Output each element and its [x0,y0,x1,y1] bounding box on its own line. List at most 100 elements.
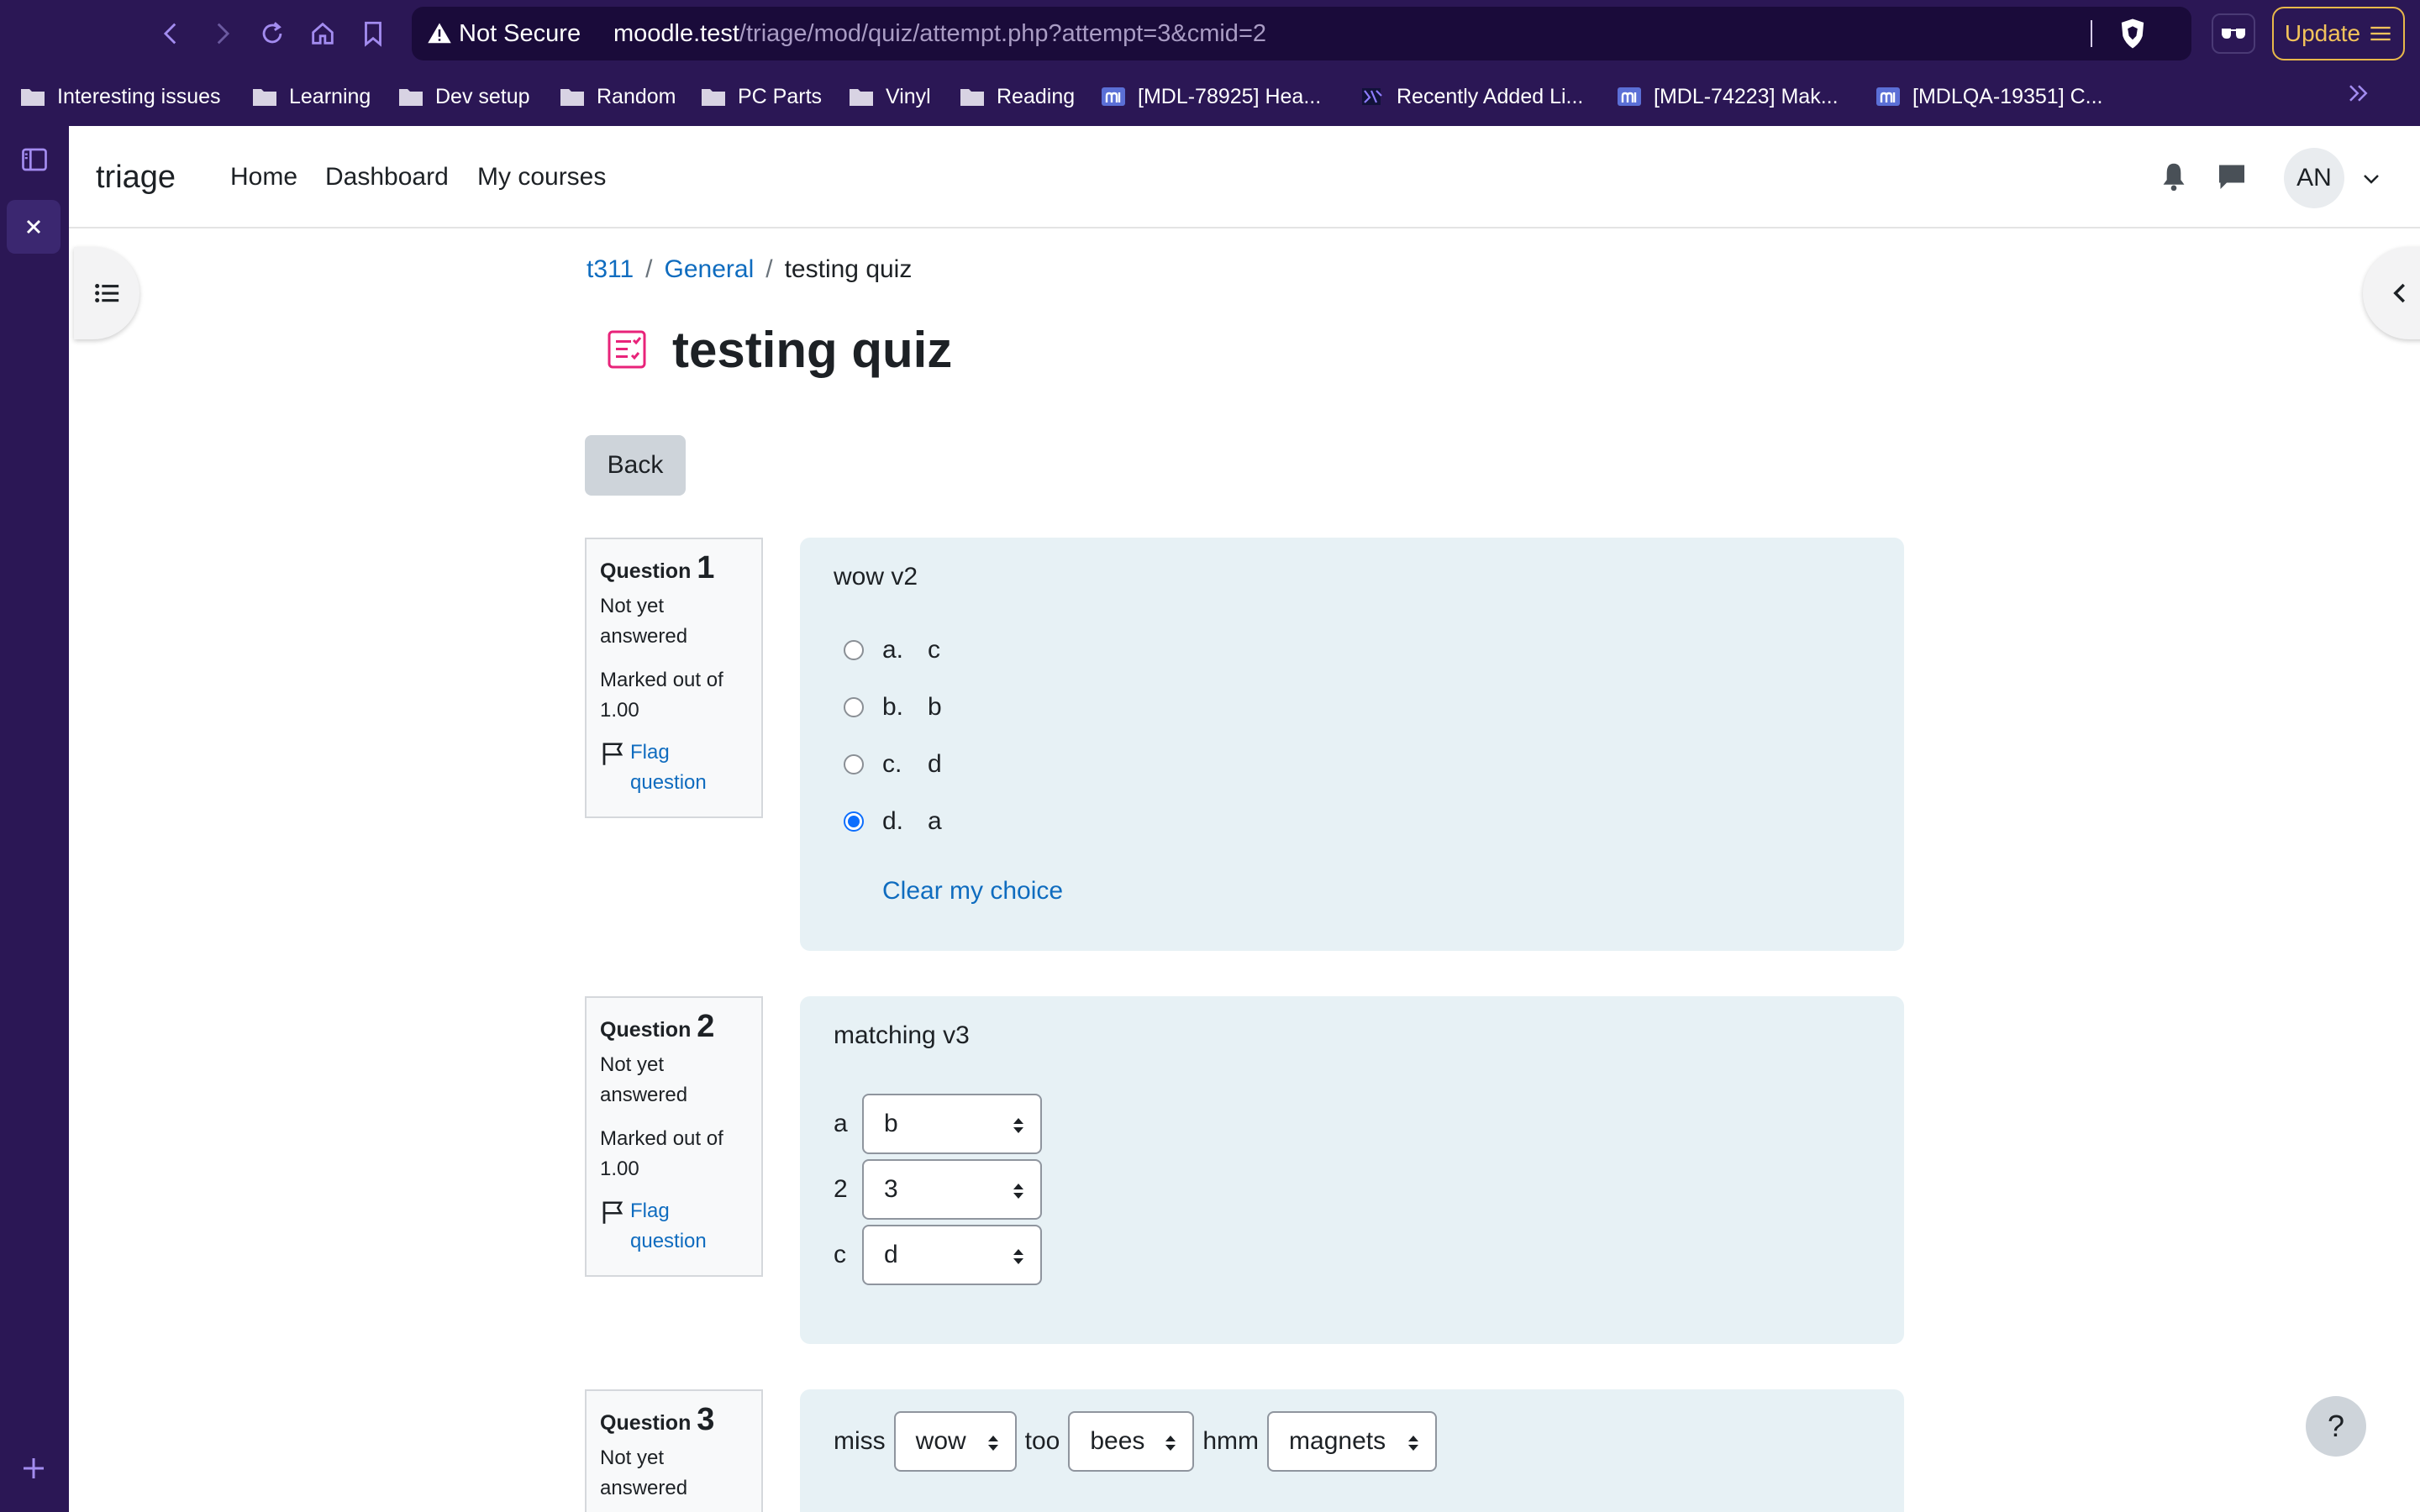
warning-icon [428,23,451,44]
moodle-tracker-icon [1102,87,1125,106]
cloze-text: miss [834,1427,886,1455]
more-bookmarks-icon[interactable] [2346,81,2371,106]
block-drawer-toggle[interactable] [2363,247,2420,339]
chevron-down-icon[interactable] [2361,171,2381,186]
flag-question-link[interactable]: Flag question [600,1196,748,1257]
bookmark-folder[interactable]: Learning [252,82,371,111]
question-text: matching v3 [834,1021,970,1049]
matching-stem: 2 [834,1175,848,1203]
plus-icon[interactable] [18,1453,49,1483]
answer-option[interactable]: b. b [844,690,942,724]
question-info: Question 1 Not yet answered Marked out o… [585,538,763,818]
matching-row: c d [834,1225,1042,1285]
site-icon [1362,88,1382,105]
notification-bell-icon[interactable] [2160,161,2188,192]
radio-button-selected[interactable] [844,811,864,832]
address-bar[interactable]: Not Secure moodle.test/triage/mod/quiz/a… [412,7,2191,60]
question-state: Not yet answered [600,1446,688,1499]
question-content: matching v3 a b 2 3 c d [800,996,1904,1344]
site-brand[interactable]: triage [96,160,176,196]
bookmark-folder[interactable]: Interesting issues [20,82,221,111]
bookmark-icon[interactable] [356,17,390,50]
cloze-select[interactable]: wow [893,1411,1017,1472]
breadcrumb-section[interactable]: General [665,255,755,283]
breadcrumb: t311/General / testing quiz [587,255,913,283]
quiz-icon [608,330,646,369]
matching-row: 2 3 [834,1159,1042,1220]
question-grade: Marked out of 1.00 [600,669,723,722]
select-arrows-icon [1013,1249,1023,1264]
flag-question-link[interactable]: Flag question [600,738,748,798]
radio-button[interactable] [844,754,864,774]
moodle-tracker-icon [1618,87,1641,106]
nav-home[interactable]: Home [230,163,297,192]
question-content: miss wow too bees hmm magnets [800,1389,1904,1512]
breadcrumb-course[interactable]: t311 [587,255,634,283]
forward-arrow-icon[interactable] [205,17,239,50]
cloze-select[interactable]: magnets [1267,1411,1438,1472]
select-arrows-icon [1165,1436,1176,1451]
moodle-tracker-icon [1876,87,1900,106]
select-arrows-icon [1013,1184,1023,1199]
question-number: Question 2 [600,1009,715,1044]
help-button[interactable]: ? [2306,1396,2366,1457]
cloze-row: miss wow too bees hmm magnets [834,1411,1438,1472]
reload-icon[interactable] [255,17,289,50]
home-icon[interactable] [306,17,339,50]
folder-icon [960,89,984,106]
close-sidebar-button[interactable] [7,200,60,254]
security-status[interactable]: Not Secure [459,21,581,46]
question-state: Not yet answered [600,595,688,648]
answer-option[interactable]: d. a [844,805,942,838]
clear-choice-link[interactable]: Clear my choice [882,877,1063,906]
bookmark-folder[interactable]: Vinyl [849,82,931,111]
question-content: wow v2 a. c b. b c. d d. a Clear my choi… [800,538,1904,951]
bookmark-link[interactable]: [MDL-78925] Hea... [1101,82,1321,111]
answer-option[interactable]: a. c [844,633,940,667]
cloze-text: too [1024,1427,1060,1455]
folder-icon [21,89,45,106]
cloze-text: hmm [1202,1427,1260,1455]
bookmark-folder[interactable]: Dev setup [398,82,530,111]
matching-select[interactable]: 3 [862,1159,1042,1220]
browser-toolbar: Not Secure moodle.test/triage/mod/quiz/a… [0,0,2420,69]
radio-button[interactable] [844,697,864,717]
bookmark-folder[interactable]: PC Parts [701,82,822,111]
course-index-toggle[interactable] [74,247,139,339]
question-number: Question 3 [600,1402,715,1437]
matching-select[interactable]: b [862,1094,1042,1154]
flag-icon [602,1201,623,1224]
folder-icon [560,89,584,106]
matching-stem: c [834,1241,846,1268]
nav-my-courses[interactable]: My courses [477,163,606,192]
back-arrow-icon[interactable] [155,17,188,50]
bookmark-folder[interactable]: Reading [960,82,1075,111]
bookmark-folder[interactable]: Random [560,82,676,111]
bookmark-link[interactable]: Recently Added Li... [1360,82,1583,111]
select-arrows-icon [987,1436,998,1451]
radio-button[interactable] [844,640,864,660]
cloze-select[interactable]: bees [1068,1411,1195,1472]
messages-icon[interactable] [2217,161,2247,192]
brave-shield-icon[interactable] [2118,18,2148,50]
sidebar-panel-icon[interactable] [18,144,50,175]
folder-icon [702,89,725,106]
list-icon [95,283,119,303]
back-button[interactable]: Back [585,435,686,496]
question-state: Not yet answered [600,1053,688,1106]
nav-dashboard[interactable]: Dashboard [325,163,449,192]
bookmarks-bar: Interesting issues Learning Dev setup Ra… [0,69,2420,126]
close-icon [26,219,41,234]
bookmark-link[interactable]: [MDLQA-19351] C... [1876,82,2102,111]
bookmark-link[interactable]: [MDL-74223] Mak... [1617,82,1839,111]
user-avatar[interactable]: AN [2284,148,2344,208]
question-text: wow v2 [834,563,918,591]
reader-mode-button[interactable] [2212,13,2255,54]
answer-option[interactable]: c. d [844,748,942,781]
url-text[interactable]: moodle.test/triage/mod/quiz/attempt.php?… [613,21,1266,46]
update-label: Update [2284,20,2361,46]
matching-stem: a [834,1110,848,1137]
update-button[interactable]: Update [2272,7,2405,60]
matching-select[interactable]: d [862,1225,1042,1285]
question-info: Question 2 Not yet answered Marked out o… [585,996,763,1277]
